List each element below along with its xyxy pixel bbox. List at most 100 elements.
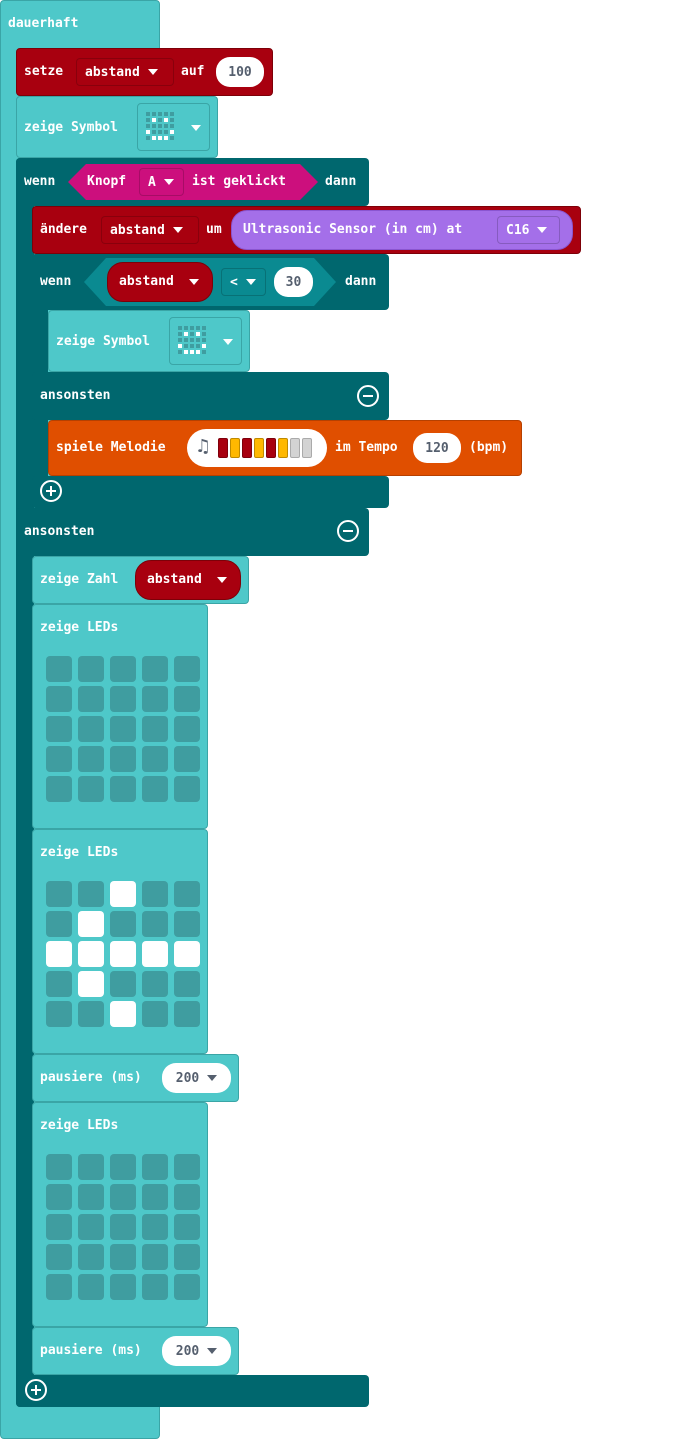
led-cell[interactable] — [78, 1214, 104, 1240]
pin-dropdown[interactable]: C16 — [497, 216, 560, 244]
led-cell[interactable] — [142, 1154, 168, 1180]
led-cell[interactable] — [174, 656, 200, 682]
led-cell[interactable] — [174, 746, 200, 772]
led-cell[interactable] — [46, 1184, 72, 1210]
minus-circle-icon[interactable] — [337, 520, 359, 542]
plus-circle-icon[interactable] — [25, 1379, 47, 1401]
led-cell[interactable] — [174, 1244, 200, 1270]
led-cell[interactable] — [174, 686, 200, 712]
icon-dropdown-2[interactable] — [169, 317, 242, 365]
led-cell[interactable] — [174, 1001, 200, 1027]
led-cell[interactable] — [78, 1154, 104, 1180]
led-cell[interactable] — [142, 1184, 168, 1210]
led-cell[interactable] — [46, 1244, 72, 1270]
led-cell[interactable] — [110, 776, 136, 802]
led-cell[interactable] — [46, 911, 72, 937]
compare-value-input[interactable]: 30 — [274, 267, 313, 297]
led-grid-2[interactable] — [46, 881, 202, 1029]
led-cell[interactable] — [110, 1244, 136, 1270]
led-cell[interactable] — [78, 971, 104, 997]
led-cell[interactable] — [142, 911, 168, 937]
set-value-input[interactable]: 100 — [216, 57, 264, 87]
led-cell[interactable] — [142, 1244, 168, 1270]
led-cell[interactable] — [46, 716, 72, 742]
led-cell[interactable] — [142, 971, 168, 997]
led-cell[interactable] — [110, 971, 136, 997]
led-cell[interactable] — [110, 1154, 136, 1180]
led-cell[interactable] — [46, 746, 72, 772]
led-cell[interactable] — [142, 686, 168, 712]
led-cell[interactable] — [174, 881, 200, 907]
led-cell[interactable] — [110, 941, 136, 967]
led-cell[interactable] — [46, 686, 72, 712]
led-cell[interactable] — [46, 656, 72, 682]
led-cell[interactable] — [78, 656, 104, 682]
pause-label-2: pausiere (ms) — [40, 1343, 142, 1358]
led-cell[interactable] — [110, 881, 136, 907]
minus-circle-icon[interactable] — [357, 385, 379, 407]
led-cell[interactable] — [46, 971, 72, 997]
led-cell[interactable] — [78, 776, 104, 802]
led-icon-preview — [146, 112, 180, 146]
led-cell[interactable] — [142, 776, 168, 802]
led-cell[interactable] — [46, 1274, 72, 1300]
button-dropdown[interactable]: A — [139, 168, 184, 196]
pause-value-dropdown-1[interactable]: 200 — [162, 1063, 231, 1093]
led-cell[interactable] — [110, 656, 136, 682]
led-cell[interactable] — [46, 941, 72, 967]
led-cell[interactable] — [78, 716, 104, 742]
led-cell[interactable] — [142, 1001, 168, 1027]
led-icon-preview-cell — [170, 136, 174, 140]
led-cell[interactable] — [110, 1001, 136, 1027]
led-cell[interactable] — [110, 1184, 136, 1210]
led-cell[interactable] — [174, 971, 200, 997]
led-cell[interactable] — [174, 716, 200, 742]
led-cell[interactable] — [142, 941, 168, 967]
led-cell[interactable] — [174, 1274, 200, 1300]
led-cell[interactable] — [78, 1244, 104, 1270]
led-cell[interactable] — [174, 941, 200, 967]
led-cell[interactable] — [110, 746, 136, 772]
operator-dropdown[interactable]: < — [221, 268, 266, 296]
led-cell[interactable] — [174, 1184, 200, 1210]
led-grid-1[interactable] — [46, 656, 202, 804]
change-variable-dropdown[interactable]: abstand — [101, 216, 199, 244]
led-icon-preview-cell — [202, 350, 206, 354]
melody-editor[interactable]: ♫ — [187, 429, 327, 467]
set-variable-dropdown[interactable]: abstand — [76, 58, 174, 86]
led-cell[interactable] — [46, 1001, 72, 1027]
led-cell[interactable] — [46, 776, 72, 802]
led-cell[interactable] — [78, 1274, 104, 1300]
led-cell[interactable] — [78, 941, 104, 967]
led-cell[interactable] — [174, 1214, 200, 1240]
led-cell[interactable] — [142, 1274, 168, 1300]
led-cell[interactable] — [78, 1001, 104, 1027]
led-cell[interactable] — [174, 776, 200, 802]
led-cell[interactable] — [142, 881, 168, 907]
led-cell[interactable] — [46, 1154, 72, 1180]
led-cell[interactable] — [78, 911, 104, 937]
led-cell[interactable] — [78, 1184, 104, 1210]
led-cell[interactable] — [174, 1154, 200, 1180]
led-cell[interactable] — [78, 881, 104, 907]
tempo-input[interactable]: 120 — [413, 433, 461, 463]
led-cell[interactable] — [78, 686, 104, 712]
led-cell[interactable] — [174, 911, 200, 937]
led-cell[interactable] — [142, 746, 168, 772]
led-cell[interactable] — [110, 911, 136, 937]
led-cell[interactable] — [110, 686, 136, 712]
led-cell[interactable] — [46, 1214, 72, 1240]
pause-value-dropdown-2[interactable]: 200 — [162, 1336, 231, 1366]
icon-dropdown-1[interactable] — [137, 103, 210, 151]
led-grid-3[interactable] — [46, 1154, 202, 1302]
chevron-down-icon — [537, 227, 548, 233]
led-cell[interactable] — [78, 746, 104, 772]
plus-circle-icon[interactable] — [40, 480, 62, 502]
led-cell[interactable] — [142, 656, 168, 682]
led-cell[interactable] — [142, 716, 168, 742]
led-cell[interactable] — [110, 1214, 136, 1240]
led-cell[interactable] — [142, 1214, 168, 1240]
led-cell[interactable] — [110, 1274, 136, 1300]
led-cell[interactable] — [46, 881, 72, 907]
led-cell[interactable] — [110, 716, 136, 742]
